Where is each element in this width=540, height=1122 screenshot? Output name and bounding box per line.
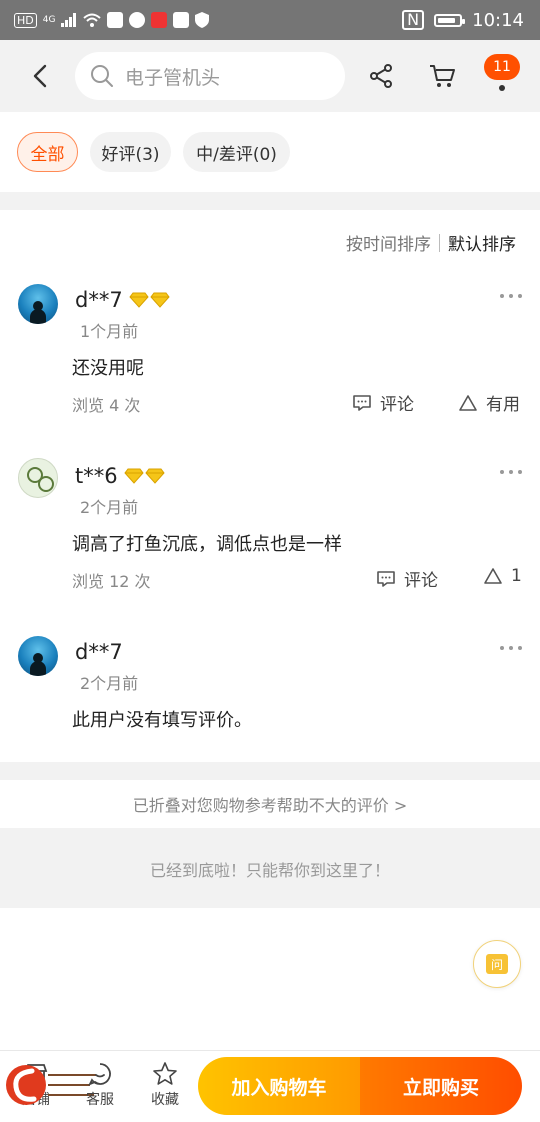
comment-button[interactable]: 评论: [376, 566, 438, 591]
folded-reviews-link[interactable]: 已折叠对您购物参考帮助不大的评价 >: [0, 780, 540, 828]
app-notification-icon: [151, 12, 168, 28]
review-text: 调高了打鱼沉底，调低点也是一样: [72, 534, 342, 555]
battery-level: [438, 17, 456, 23]
service-label: 客服: [86, 1092, 114, 1108]
useful-button[interactable]: 有用: [458, 390, 520, 415]
avatar-figure: [30, 661, 46, 676]
search-placeholder: 电子管机头: [125, 66, 221, 89]
review-item: d**7 2个月前 此用户没有填写评价。: [0, 632, 540, 742]
avatar-figure: [30, 309, 46, 324]
review-text: 还没用呢: [72, 358, 144, 379]
status-icons-right: N 10:14: [402, 0, 524, 40]
review-text: 此用户没有填写评价。: [72, 710, 252, 731]
avatar[interactable]: [18, 636, 58, 676]
sort-divider: [439, 233, 440, 252]
review-username-row: d**7: [75, 288, 170, 312]
nfc-icon: N: [402, 10, 425, 30]
hd-indicator: HD: [14, 12, 37, 28]
qa-float-button[interactable]: 问: [473, 940, 521, 988]
search-icon: [91, 65, 113, 87]
bottom-action-bar: 店铺 客服 收藏 加入购物车 立即购买: [0, 1050, 540, 1122]
avatar-figure: [38, 476, 54, 492]
signal-bars-icon: [61, 13, 77, 27]
more-dot-icon: [499, 85, 505, 91]
end-of-list-message: 已经到底啦！只能帮你到这里了！: [0, 830, 540, 908]
cart-icon: [430, 65, 455, 87]
filter-positive-chip[interactable]: 好评(3): [90, 132, 171, 172]
signal-label: 4G: [42, 15, 56, 25]
useful-label: 有用: [486, 395, 520, 415]
battery-icon: [434, 13, 466, 27]
blank-area: [0, 908, 540, 1050]
app-notification-icon: [173, 12, 190, 28]
favorite-button[interactable]: 收藏: [137, 1061, 193, 1109]
cart-button[interactable]: [425, 60, 459, 92]
chat-smile-icon: [88, 1063, 111, 1086]
useful-button[interactable]: 1: [483, 566, 522, 586]
review-more-button[interactable]: [500, 288, 522, 304]
filter-all-chip[interactable]: 全部: [17, 132, 78, 172]
share-button[interactable]: [366, 60, 396, 92]
star-icon: [153, 1062, 177, 1085]
shield-icon: [195, 12, 210, 28]
share-icon: [370, 64, 392, 88]
useful-count: 1: [511, 566, 522, 586]
avatar[interactable]: [18, 284, 58, 324]
reviews-list: 按时间排序 默认排序 d**7 1个月前 还没用呢 浏览 4 次 评论 有用 t…: [0, 210, 540, 762]
wifi-icon: [83, 13, 102, 27]
review-username: d**7: [75, 640, 123, 664]
add-to-cart-button[interactable]: 加入购物车: [198, 1057, 360, 1115]
review-time: 1个月前: [80, 322, 139, 341]
more-button[interactable]: 11: [484, 54, 522, 98]
review-more-button[interactable]: [500, 464, 522, 480]
buy-now-button[interactable]: 立即购买: [360, 1057, 522, 1115]
favorite-label: 收藏: [151, 1092, 179, 1108]
status-icons-left: HD 4G: [14, 0, 210, 40]
gem-icon: [123, 468, 144, 484]
cart-count-badge: 11: [484, 54, 520, 80]
review-item: d**7 1个月前 还没用呢 浏览 4 次 评论 有用: [0, 280, 540, 420]
comment-button[interactable]: 评论: [352, 390, 414, 415]
review-username: d**7: [75, 288, 123, 312]
app-notification-icon: [107, 12, 124, 28]
comment-label: 评论: [404, 571, 438, 591]
member-level-gems: [129, 292, 170, 308]
search-box[interactable]: 电子管机头: [75, 52, 345, 100]
review-time: 2个月前: [80, 674, 139, 693]
avatar[interactable]: [18, 458, 58, 498]
chevron-left-icon: [33, 64, 47, 88]
top-nav: 电子管机头 11: [0, 40, 540, 112]
filter-bar: 全部 好评(3) 中/差评(0): [0, 112, 540, 192]
triangle-up-icon: [484, 568, 502, 584]
review-username: t**6: [75, 464, 118, 488]
clock: 10:14: [472, 9, 524, 31]
sort-default-button[interactable]: 默认排序: [448, 230, 516, 255]
question-icon: 问: [486, 954, 508, 974]
member-level-gems: [123, 468, 165, 484]
triangle-up-icon: [459, 394, 477, 411]
gem-icon: [144, 468, 165, 484]
review-more-button[interactable]: [500, 640, 522, 656]
sort-by-time-button[interactable]: 按时间排序: [346, 230, 431, 255]
review-username-row: t**6: [75, 464, 165, 488]
comment-icon: [377, 570, 395, 587]
review-time: 2个月前: [80, 498, 139, 517]
sort-options: 按时间排序 默认排序: [346, 230, 516, 255]
filter-negative-chip[interactable]: 中/差评(0): [183, 132, 290, 172]
review-views: 浏览 4 次: [72, 396, 141, 415]
comment-label: 评论: [380, 395, 414, 415]
customer-service-button[interactable]: 客服: [72, 1061, 128, 1109]
back-button[interactable]: [22, 58, 58, 94]
review-item: t**6 2个月前 调高了打鱼沉底，调低点也是一样 浏览 12 次 评论 1: [0, 456, 540, 596]
gem-icon: [129, 292, 149, 308]
review-views: 浏览 12 次: [72, 572, 151, 591]
comment-icon: [353, 394, 371, 411]
status-bar: HD 4G N 10:14: [0, 0, 540, 40]
app-notification-icon: [129, 12, 146, 28]
gem-icon: [150, 292, 170, 308]
